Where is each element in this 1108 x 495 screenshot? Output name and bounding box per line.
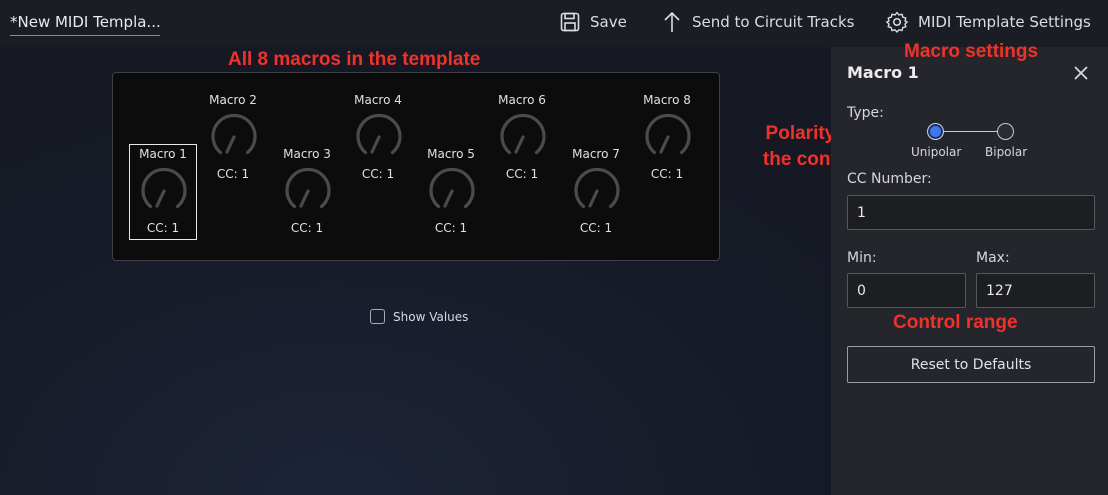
max-input[interactable]	[976, 273, 1095, 308]
close-icon[interactable]	[1073, 65, 1089, 81]
knob-icon	[574, 167, 620, 209]
macro-7[interactable]: Macro 7 CC: 1	[562, 144, 630, 240]
show-values-label: Show Values	[393, 309, 469, 324]
show-values-toggle[interactable]: Show Values	[370, 309, 468, 324]
macro-cc: CC: 1	[361, 167, 395, 181]
polarity-track	[935, 131, 1005, 132]
macro-name: Macro 6	[498, 93, 546, 107]
min-label: Min:	[847, 250, 877, 266]
template-name-field[interactable]: *New MIDI Templa...	[10, 13, 160, 36]
annotation-macros: All 8 macros in the template	[228, 49, 481, 70]
macro-cc: CC: 1	[505, 167, 539, 181]
macro-settings-panel: Macro 1 Type: Unipolar Bipolar CC Number…	[831, 47, 1108, 495]
macro-3[interactable]: Macro 3 CC: 1	[273, 144, 341, 240]
macro-name: Macro 4	[354, 93, 402, 107]
polarity-selector: Unipolar Bipolar	[909, 123, 1029, 163]
macro-cc: CC: 1	[579, 221, 613, 235]
macro-4[interactable]: Macro 4 CC: 1	[344, 90, 412, 186]
knob-icon	[356, 113, 402, 155]
bipolar-radio[interactable]	[997, 123, 1014, 140]
macro-name: Macro 8	[643, 93, 691, 107]
annotation-range: Control range	[893, 312, 1018, 333]
send-label: Send to Circuit Tracks	[692, 13, 855, 31]
macro-name: Macro 7	[572, 147, 620, 161]
unipolar-label: Unipolar	[911, 145, 962, 159]
template-settings-button[interactable]: MIDI Template Settings	[886, 10, 1091, 34]
save-label: Save	[590, 13, 627, 31]
save-icon	[560, 12, 580, 32]
knob-icon	[141, 167, 187, 209]
save-button[interactable]: Save	[560, 10, 627, 34]
bipolar-label: Bipolar	[985, 145, 1028, 159]
macro-cc: CC: 1	[146, 221, 180, 235]
cc-number-label: CC Number:	[847, 171, 932, 187]
type-label: Type:	[847, 105, 884, 121]
reset-to-defaults-button[interactable]: Reset to Defaults	[847, 346, 1095, 383]
panel-title: Macro 1	[847, 63, 919, 82]
knob-icon	[211, 113, 257, 155]
arrow-up-icon	[664, 11, 680, 32]
settings-label: MIDI Template Settings	[918, 13, 1091, 31]
macro-8[interactable]: Macro 8 CC: 1	[633, 90, 701, 186]
macro-panel: Macro 1 CC: 1 Macro 2 CC: 1 Macro 3 CC: …	[112, 72, 720, 261]
macro-name: Macro 3	[283, 147, 331, 161]
top-toolbar: *New MIDI Templa... Save Send to Circuit…	[0, 0, 1108, 47]
knob-icon	[500, 113, 546, 155]
macro-name: Macro 1	[139, 147, 187, 161]
macro-5[interactable]: Macro 5 CC: 1	[417, 144, 485, 240]
macro-cc: CC: 1	[290, 221, 324, 235]
annotation-settings: Macro settings	[904, 41, 1039, 62]
macro-cc: CC: 1	[650, 167, 684, 181]
gear-icon	[886, 11, 908, 33]
max-label: Max:	[976, 250, 1010, 266]
min-input[interactable]	[847, 273, 966, 308]
knob-icon	[285, 167, 331, 209]
send-to-device-button[interactable]: Send to Circuit Tracks	[662, 10, 855, 34]
macro-6[interactable]: Macro 6 CC: 1	[488, 90, 556, 186]
macro-cc: CC: 1	[434, 221, 468, 235]
macro-2[interactable]: Macro 2 CC: 1	[199, 90, 267, 186]
macro-name: Macro 5	[427, 147, 475, 161]
knob-icon	[645, 113, 691, 155]
unipolar-radio[interactable]	[927, 123, 944, 140]
cc-number-input[interactable]	[847, 195, 1095, 230]
knob-icon	[429, 167, 475, 209]
macro-1[interactable]: Macro 1 CC: 1	[129, 144, 197, 240]
macro-name: Macro 2	[209, 93, 257, 107]
show-values-checkbox[interactable]	[370, 309, 385, 324]
macro-cc: CC: 1	[216, 167, 250, 181]
